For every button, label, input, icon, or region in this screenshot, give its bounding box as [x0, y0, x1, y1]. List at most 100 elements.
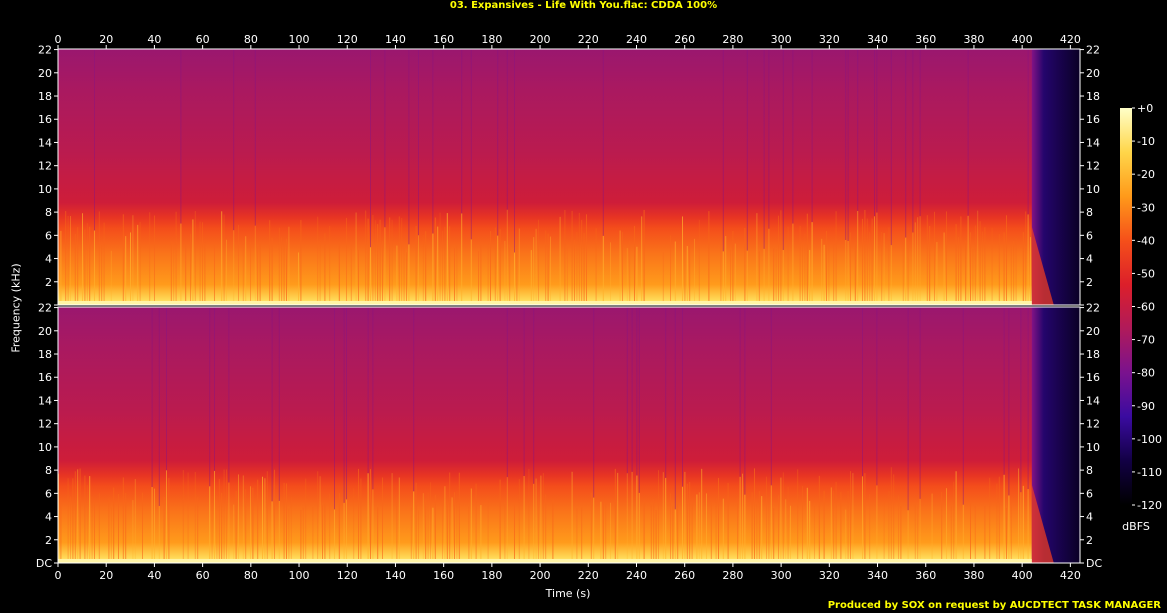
x-tick-label: 200 [530, 33, 551, 46]
energy-streak [686, 483, 688, 563]
energy-streak [334, 509, 335, 563]
energy-streak [974, 506, 976, 563]
energy-streak [823, 244, 825, 305]
energy-streak [881, 231, 883, 305]
dark-streak [636, 307, 638, 476]
dark-streak [876, 49, 878, 213]
energy-streak [919, 216, 921, 305]
energy-streak [478, 251, 479, 305]
energy-streak [926, 215, 928, 305]
dark-streak [233, 49, 235, 231]
energy-streak [446, 501, 448, 563]
dark-streak [1003, 307, 1005, 475]
energy-streak [833, 490, 835, 563]
energy-streak [778, 215, 779, 305]
dark-streak [845, 49, 847, 240]
energy-streak [74, 471, 76, 563]
energy-streak [888, 227, 890, 305]
energy-streak [499, 229, 501, 305]
energy-streak [696, 494, 698, 563]
energy-streak [955, 224, 957, 305]
y-tick-label: 12 [1086, 418, 1100, 431]
energy-streak [245, 489, 247, 563]
energy-streak [286, 238, 287, 305]
energy-streak [730, 249, 731, 305]
energy-streak [425, 231, 427, 305]
energy-streak [571, 471, 573, 563]
energy-streak [425, 499, 427, 563]
energy-streak [626, 248, 628, 305]
dark-streak [166, 307, 167, 471]
energy-streak [82, 213, 83, 305]
energy-streak [658, 470, 659, 563]
energy-streak [617, 472, 619, 563]
energy-streak [550, 236, 551, 305]
y-tick-label: 4 [45, 511, 52, 524]
y-tick-label: 20 [1086, 67, 1100, 80]
energy-streak [1022, 485, 1024, 563]
energy-streak [864, 473, 866, 563]
energy-streak [1018, 468, 1019, 563]
colorbar-tick-label: -70 [1137, 334, 1155, 347]
energy-streak [389, 217, 391, 305]
energy-streak [113, 487, 115, 563]
energy-streak [876, 212, 878, 305]
energy-streak [446, 213, 448, 305]
energy-streak [343, 502, 345, 563]
dark-streak [523, 307, 525, 476]
energy-streak [444, 226, 446, 305]
energy-streak [989, 477, 991, 563]
energy-streak [158, 505, 160, 563]
energy-streak [854, 244, 856, 305]
energy-streak [271, 501, 273, 563]
energy-streak [710, 500, 712, 563]
colorbar-tick-label: -60 [1137, 301, 1155, 314]
energy-streak [758, 490, 760, 563]
y-tick-label: 20 [38, 325, 52, 338]
energy-streak [662, 472, 664, 563]
energy-streak [785, 499, 787, 563]
energy-streak [149, 212, 151, 305]
x-tick-label: 280 [722, 569, 743, 582]
dark-streak [722, 49, 724, 252]
energy-streak [790, 505, 791, 563]
energy-streak [641, 216, 643, 305]
energy-streak [401, 217, 403, 305]
energy-streak [643, 502, 645, 563]
energy-streak [835, 481, 837, 563]
energy-streak [302, 507, 304, 563]
y-tick-label: 2 [45, 534, 52, 547]
energy-streak [768, 499, 770, 563]
energy-streak [317, 471, 319, 563]
energy-streak [372, 489, 374, 563]
energy-streak [382, 477, 383, 563]
energy-streak [245, 236, 247, 305]
energy-streak [418, 235, 419, 305]
colorbar-tick-label: +0 [1137, 102, 1153, 115]
energy-streak [413, 491, 415, 563]
energy-streak [622, 232, 623, 305]
energy-streak [742, 473, 743, 563]
x-tick-label: 220 [578, 33, 599, 46]
energy-streak [974, 225, 976, 305]
energy-streak [300, 509, 302, 563]
energy-streak [806, 213, 808, 305]
energy-streak [725, 236, 727, 305]
y-tick-label: 12 [38, 160, 52, 173]
energy-streak [564, 210, 566, 305]
energy-streak [670, 235, 671, 305]
energy-streak [242, 243, 244, 305]
dark-streak [874, 49, 875, 217]
energy-streak [396, 245, 398, 305]
dark-streak [792, 49, 794, 224]
energy-streak [698, 219, 700, 305]
dark-streak [907, 307, 909, 511]
energy-streak [682, 216, 683, 305]
energy-streak [132, 500, 134, 563]
energy-streak [970, 501, 971, 563]
energy-streak [228, 482, 230, 563]
y-tick-label: 22 [38, 302, 52, 315]
energy-streak [727, 482, 729, 563]
energy-streak [242, 475, 244, 563]
x-tick-label: 280 [722, 33, 743, 46]
